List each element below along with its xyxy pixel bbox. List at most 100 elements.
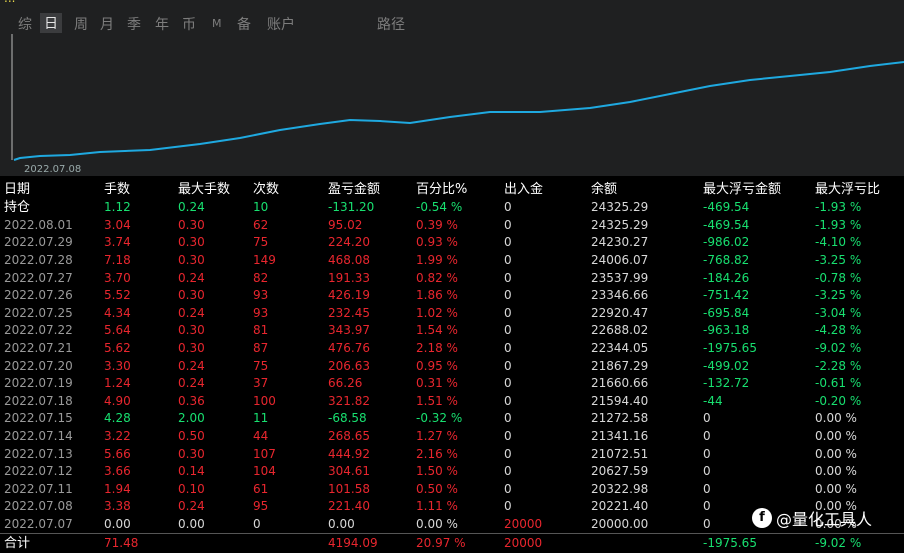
table-header: 日期 手数 最大手数 次数 盈亏金额 百分比% 出入金 余额 最大浮亏金额 最大… (0, 179, 904, 199)
cell-deposit: 0 (504, 358, 512, 373)
cell-pnl: 304.61 (328, 464, 370, 479)
tab-summary[interactable]: 综 (18, 14, 32, 34)
table-row[interactable]: 2022.07.28 7.18 0.30 149 468.08 1.99 % 0 24006.… (0, 252, 904, 270)
cell-max-float-ratio: -4.28 % (815, 323, 862, 338)
tab-currency[interactable]: 币 (182, 14, 196, 34)
cell-lots: 5.62 (104, 341, 131, 356)
table-row[interactable]: 2022.07.26 5.52 0.30 93 426.19 1.86 % 0 23346.6… (0, 287, 904, 305)
header-max-lots[interactable]: 最大手数 (178, 179, 253, 199)
cell-percent: 0.31 % (416, 376, 458, 391)
cell-count: 10 (253, 200, 269, 215)
cell-pnl: 4194.09 (328, 532, 416, 553)
header-max-float-loss[interactable]: 最大浮亏金额 (703, 179, 815, 199)
cell-lots: 3.66 (104, 464, 131, 479)
tab-yearly[interactable]: 年 (155, 14, 169, 34)
header-deposit[interactable]: 出入金 (504, 179, 591, 199)
table-row[interactable]: 2022.07.12 3.66 0.14 104 304.61 1.50 % 0 20627.… (0, 463, 904, 481)
tab-note[interactable]: 备 (237, 14, 251, 34)
watermark-text: @量化工具人 (776, 510, 873, 529)
tab-account[interactable]: 账户 (267, 14, 295, 34)
cell-count: 62 (253, 217, 269, 232)
table-row[interactable]: 2022.07.22 5.64 0.30 81 343.97 1.54 % 0 22688.0… (0, 322, 904, 340)
cell-balance: 22688.02 (591, 323, 649, 338)
cell-percent: 0.39 % (416, 217, 458, 232)
equity-line (13, 61, 904, 161)
cell-date: 2022.07.18 (4, 393, 73, 408)
cell-max-float-loss: -751.42 (703, 288, 750, 303)
cell-max-lots: 0.24 (178, 376, 205, 391)
cell-deposit: 0 (504, 323, 512, 338)
equity-chart (0, 34, 904, 176)
cell-balance: 20627.59 (591, 464, 649, 479)
cell-lots: 3.22 (104, 429, 131, 444)
cell-max-float-ratio: -0.61 % (815, 376, 862, 391)
cell-balance: 20322.98 (591, 481, 649, 496)
position-row[interactable]: 持仓 1.12 0.24 10 -131.20 -0.54 % 0 24325.29 -469.… (0, 199, 904, 217)
cell-max-float-loss: -184.26 (703, 270, 750, 285)
header-max-float-ratio[interactable]: 最大浮亏比 (815, 179, 904, 199)
total-row[interactable]: 合计 71.48 4194.09 20.97 % 20000 -1975.65 -9.02 … (0, 532, 904, 553)
table-row[interactable]: 2022.07.15 4.28 2.00 11 -68.58 -0.32 % 0 21272.… (0, 410, 904, 428)
facebook-icon: f (752, 508, 772, 528)
table-row[interactable]: 2022.07.14 3.22 0.50 44 268.65 1.27 % 0 21341.1… (0, 428, 904, 446)
cell-pnl: 343.97 (328, 323, 370, 338)
header-balance[interactable]: 余额 (591, 179, 703, 199)
cell-date: 2022.07.22 (4, 323, 73, 338)
cell-count (253, 532, 328, 553)
cell-lots: 71.48 (104, 532, 178, 553)
cell-date: 2022.07.26 (4, 288, 73, 303)
table-row[interactable]: 2022.07.18 4.90 0.36 100 321.82 1.51 % 0 21594.… (0, 393, 904, 411)
cell-pnl: 321.82 (328, 393, 370, 408)
cell-date: 2022.07.28 (4, 253, 73, 268)
table-row[interactable]: 2022.07.21 5.62 0.30 87 476.76 2.18 % 0 22344.0… (0, 340, 904, 358)
cell-max-lots: 0.36 (178, 393, 205, 408)
tab-quarterly[interactable]: 季 (127, 14, 141, 34)
table-row[interactable]: 2022.07.19 1.24 0.24 37 66.26 0.31 % 0 21660.66… (0, 375, 904, 393)
cell-balance: 21072.51 (591, 446, 649, 461)
tab-m[interactable]: M (212, 17, 222, 30)
cell-deposit: 0 (504, 270, 512, 285)
header-lots[interactable]: 手数 (104, 179, 178, 199)
table-row[interactable]: 2022.07.25 4.34 0.24 93 232.45 1.02 % 0 22920.4… (0, 305, 904, 323)
cell-pnl: 224.20 (328, 235, 370, 250)
header-pnl[interactable]: 盈亏金额 (328, 179, 416, 199)
table-row[interactable]: 2022.08.01 3.04 0.30 62 95.02 0.39 % 0 24325.29… (0, 217, 904, 235)
cell-max-lots: 0.30 (178, 217, 205, 232)
table-row[interactable]: 2022.07.29 3.74 0.30 75 224.20 0.93 % 0 24230.2… (0, 234, 904, 252)
cell-percent: -0.54 % (416, 200, 463, 215)
header-count[interactable]: 次数 (253, 179, 328, 199)
cell-balance: 24006.07 (591, 253, 649, 268)
cell-pnl: 191.33 (328, 270, 370, 285)
cell-pnl: 426.19 (328, 288, 370, 303)
cell-pnl: 95.02 (328, 217, 363, 232)
cell-percent: 1.86 % (416, 288, 458, 303)
cell-date: 2022.07.08 (4, 499, 73, 514)
cell-lots: 5.52 (104, 288, 131, 303)
cell-percent: 20.97 % (416, 532, 504, 553)
table-row[interactable]: 2022.07.20 3.30 0.24 75 206.63 0.95 % 0 21867.2… (0, 357, 904, 375)
table-row[interactable]: 2022.07.27 3.70 0.24 82 191.33 0.82 % 0 23537.9… (0, 269, 904, 287)
cell-percent: 0.82 % (416, 270, 458, 285)
cell-deposit: 0 (504, 411, 512, 426)
table-row[interactable]: 2022.07.11 1.94 0.10 61 101.58 0.50 % 0 20322.9… (0, 481, 904, 499)
cell-deposit: 0 (504, 200, 512, 215)
cell-max-float-loss: 0 (703, 411, 711, 426)
table-row[interactable]: 2022.07.13 5.66 0.30 107 444.92 2.16 % 0 21072.… (0, 445, 904, 463)
header-percent[interactable]: 百分比% (416, 179, 504, 199)
cell-balance: 21341.16 (591, 429, 649, 444)
cell-date: 持仓 (4, 200, 31, 216)
header-date[interactable]: 日期 (0, 179, 104, 199)
cell-lots: 3.70 (104, 270, 131, 285)
tab-path[interactable]: 路径 (377, 14, 405, 34)
cell-max-lots: 0.24 (178, 200, 205, 215)
cell-max-float-loss: -469.54 (703, 217, 750, 232)
cell-max-float-loss: -44 (703, 393, 723, 408)
tab-daily[interactable]: 日 (40, 13, 62, 33)
cell-count: 75 (253, 358, 269, 373)
cell-max-lots: 0.24 (178, 358, 205, 373)
cell-lots: 3.04 (104, 217, 131, 232)
tab-weekly[interactable]: 周 (74, 14, 88, 34)
cell-deposit: 0 (504, 376, 512, 391)
tab-monthly[interactable]: 月 (100, 14, 114, 34)
cell-count: 37 (253, 376, 269, 391)
